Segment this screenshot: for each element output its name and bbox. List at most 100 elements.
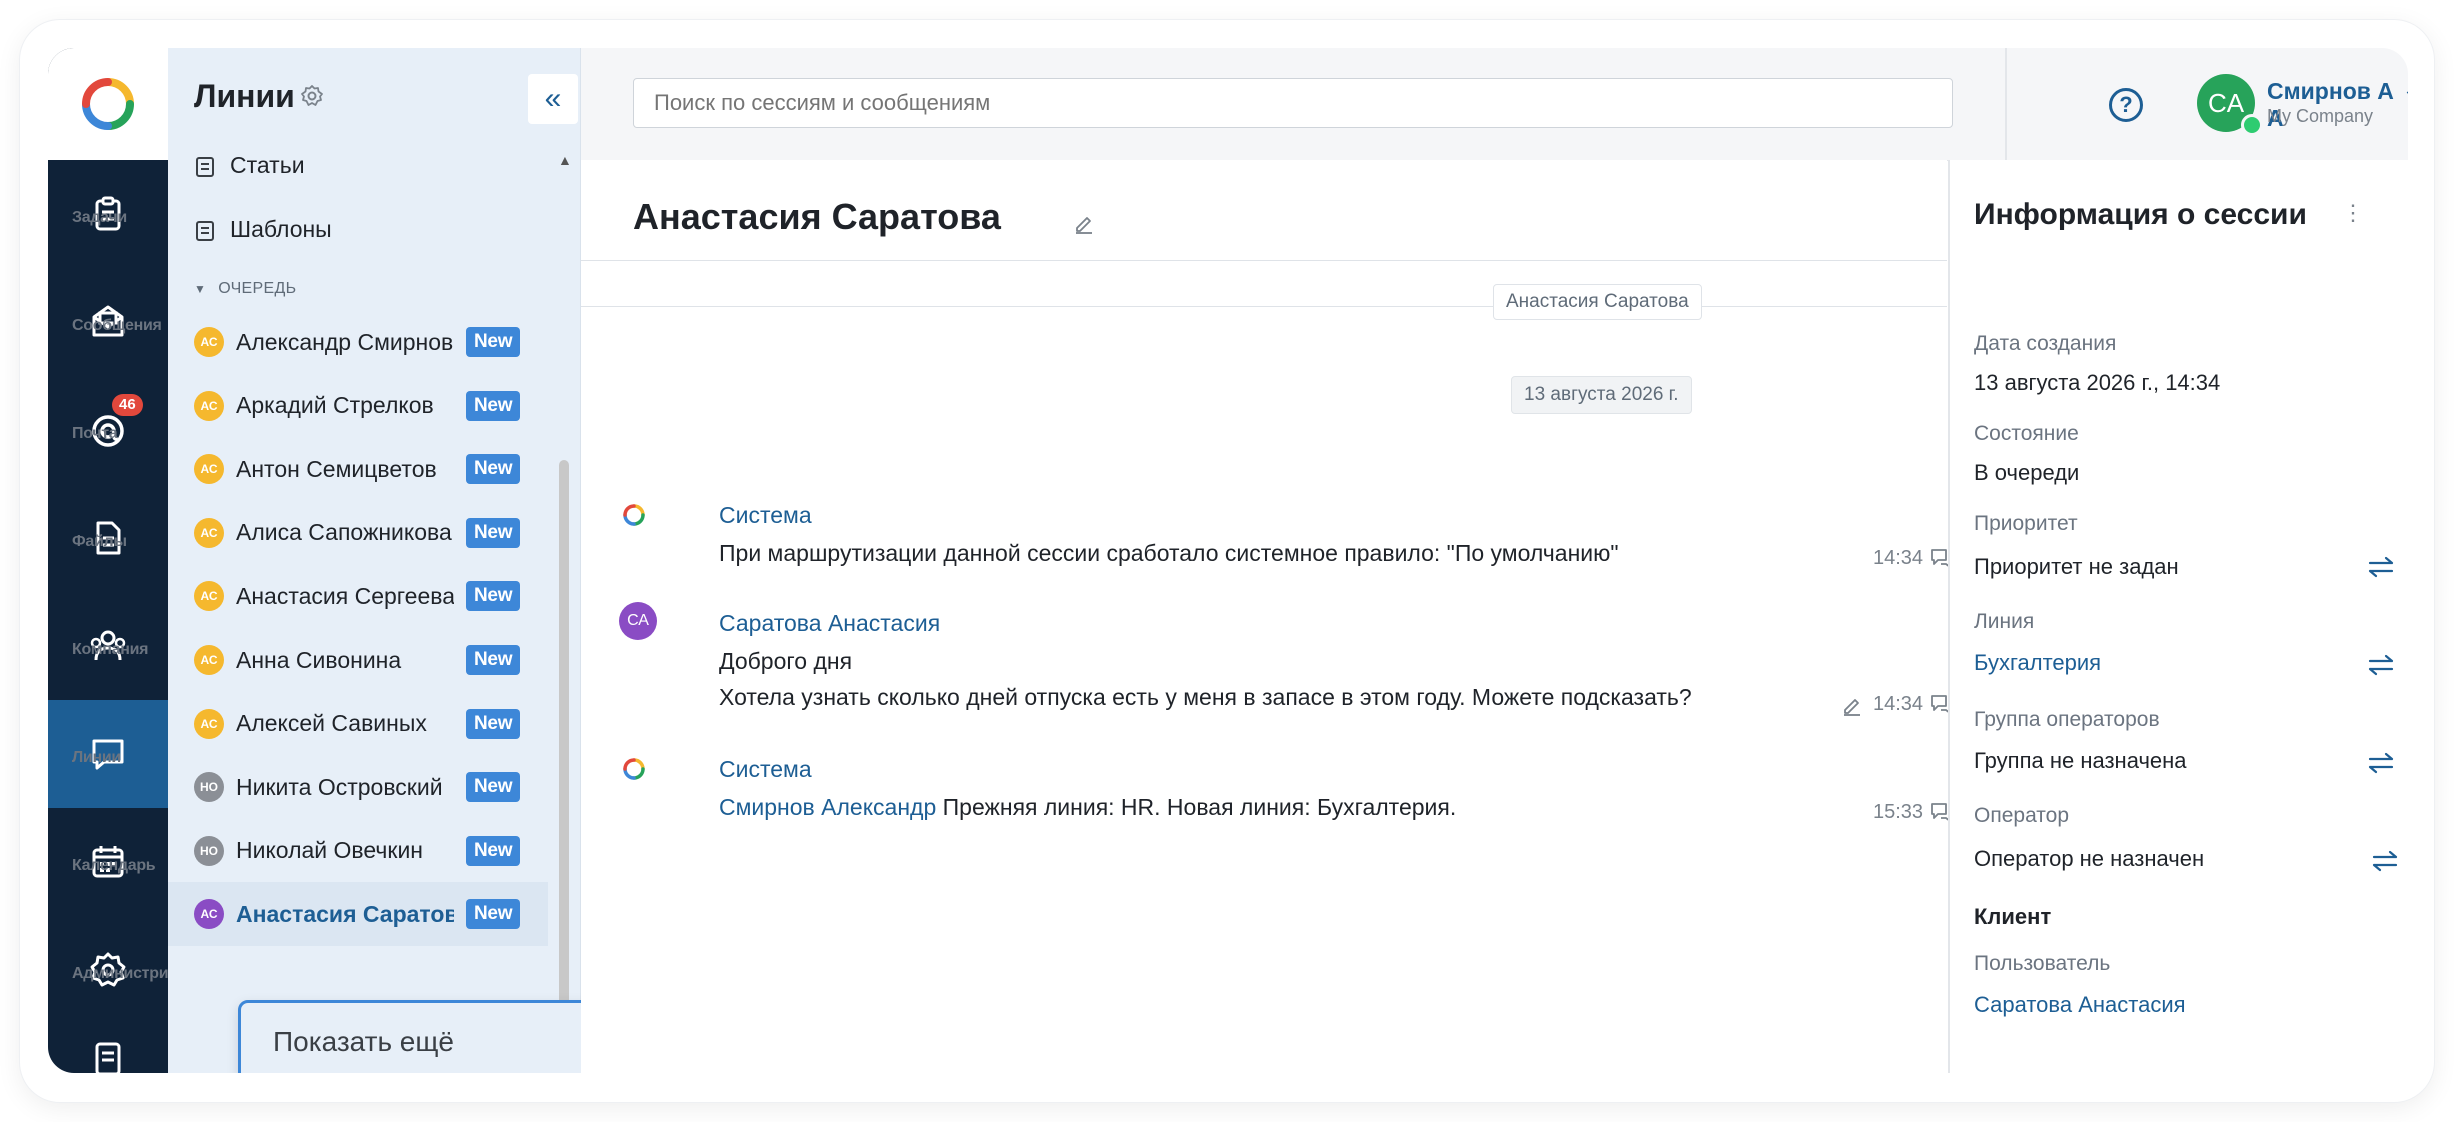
more-vertical-icon[interactable]: ⋮: [2342, 200, 2364, 226]
double-chevron-left-icon: «: [544, 82, 562, 115]
avatar[interactable]: СА: [619, 602, 657, 640]
queue-item[interactable]: АС Анастасия Сергеева New: [168, 564, 548, 628]
rail-label: Файлы: [72, 533, 127, 550]
queue-item-name: Никита Островский: [236, 773, 443, 800]
edit-pencil-icon[interactable]: [1073, 212, 1095, 234]
lines-title: Линии: [194, 78, 295, 114]
queue-item[interactable]: АС Александр Смирнов New: [168, 310, 548, 374]
queue-item[interactable]: НО Никита Островский New: [168, 755, 548, 819]
queue-item-name: Алексей Савиных: [236, 710, 427, 737]
date-separator: 13 августа 2026 г.: [1511, 376, 1692, 414]
operator-value: Оператор не назначен: [1974, 846, 2205, 871]
operator-link[interactable]: Смирнов Александр: [719, 794, 936, 820]
rail-label: Администри...: [72, 965, 181, 982]
new-badge: New: [466, 772, 521, 803]
document-icon: [95, 1042, 121, 1073]
app: Задачи Сообщения 46 Почта Файлы Компания…: [48, 48, 2408, 1073]
new-badge: New: [466, 581, 521, 612]
queue-item[interactable]: АС Алексей Савиных New: [168, 692, 548, 756]
time-label: 14:34: [1873, 692, 1924, 715]
avatar: АС: [194, 899, 224, 930]
online-status-dot: [2241, 114, 2263, 136]
queue-item-name: Анастасия Саратова: [236, 900, 454, 927]
rail-item-mail[interactable]: 46 Почта: [48, 376, 168, 484]
divider: [581, 306, 1947, 307]
queue-item-name: Аркадий Стрелков: [236, 392, 434, 419]
message-time: 14:34: [1873, 692, 1955, 716]
state-label: Состояние: [1974, 422, 2079, 445]
queue-item-name: Анна Сивонина: [236, 646, 402, 673]
collapse-panel-button[interactable]: «: [528, 74, 578, 124]
scrollbar[interactable]: ▲: [556, 148, 572, 1073]
queue-item[interactable]: АС Алиса Сапожникова New: [168, 501, 548, 565]
queue-item[interactable]: АС Анна Сивонина New: [168, 628, 548, 692]
rail-item-document[interactable]: [48, 1024, 168, 1073]
avatar: АС: [194, 327, 224, 357]
user-value[interactable]: Саратова Анастасия: [1974, 992, 2186, 1018]
line-label: Линия: [1974, 610, 2035, 633]
scroll-thumb[interactable]: [559, 460, 569, 1073]
queue-item[interactable]: АС Анастасия Саратова New: [168, 882, 548, 947]
priority-label: Приоритет: [1974, 512, 2078, 535]
swap-arrows-icon[interactable]: [2370, 850, 2400, 872]
message-time: 15:33: [1873, 800, 1955, 824]
rail-item-messages[interactable]: Сообщения: [48, 268, 168, 376]
new-badge: New: [466, 390, 521, 421]
search-input[interactable]: [633, 78, 1953, 128]
rail-label: Почта: [72, 425, 118, 442]
link-templates[interactable]: Шаблоны: [194, 216, 332, 243]
logo-icon: [82, 78, 134, 130]
avatar: АС: [194, 645, 224, 675]
help-icon[interactable]: ?: [2109, 88, 2143, 122]
avatar: НО: [194, 835, 224, 866]
avatar: АС: [194, 390, 224, 421]
rail-item-company[interactable]: Компания: [48, 592, 168, 700]
queue-section-toggle[interactable]: ▼ ОЧЕРЕДЬ: [194, 280, 296, 298]
message-author[interactable]: Саратова Анастасия: [719, 610, 940, 637]
scroll-up-arrow-icon[interactable]: ▲: [558, 152, 572, 168]
avatar: АС: [194, 708, 224, 739]
rail-item-lines[interactable]: Линии: [48, 700, 168, 808]
user-company: My Company: [2267, 106, 2374, 126]
line-value[interactable]: Бухгалтерия: [1974, 650, 2101, 676]
link-articles[interactable]: Статьи: [194, 152, 305, 179]
swap-arrows-icon[interactable]: [2366, 556, 2396, 578]
system-logo-icon: [623, 758, 645, 780]
chat-title: Анастасия Саратова: [633, 196, 1001, 237]
link-label: Шаблоны: [230, 216, 332, 242]
app-logo[interactable]: [48, 48, 168, 160]
swap-arrows-icon[interactable]: [2366, 654, 2396, 676]
queue-item[interactable]: НО Николай Овечкин New: [168, 819, 548, 883]
divider: [2005, 48, 2007, 160]
message-text: Хотела узнать сколько дней отпуска есть …: [719, 684, 1692, 710]
queue-item-name: Александр Смирнов: [236, 328, 454, 355]
new-badge: New: [466, 454, 521, 485]
message-time: 14:34: [1873, 546, 1955, 570]
chevron-down-icon[interactable]: ⌄: [2403, 80, 2408, 101]
rail-item-admin[interactable]: Администри...: [48, 916, 181, 1024]
rail-label: Задачи: [72, 209, 127, 226]
queue-item-name: Антон Семицветов: [236, 455, 437, 482]
new-badge: New: [466, 899, 521, 930]
queue-item-name: Анастасия Сергеева: [236, 582, 454, 609]
link-label: Статьи: [230, 152, 305, 178]
message-text: Смирнов Александр Прежняя линия: HR. Нов…: [719, 794, 1456, 821]
message-author[interactable]: Система: [719, 756, 812, 783]
rail-item-files[interactable]: Файлы: [48, 484, 168, 592]
created-label: Дата создания: [1974, 332, 2117, 355]
new-badge: New: [466, 327, 521, 357]
queue-item-name: Алиса Сапожникова: [236, 519, 452, 546]
rail-item-tasks[interactable]: Задачи: [48, 160, 168, 268]
rail-item-calendar[interactable]: Календарь: [48, 808, 168, 916]
settings-gear-icon[interactable]: [300, 84, 324, 108]
top-bar: ? CA Смирнов А А ⌄ My Company: [581, 48, 2408, 161]
queue-item[interactable]: АС Аркадий Стрелков New: [168, 374, 548, 438]
rail-label: Сообщения: [72, 317, 162, 334]
lines-panel: Линии « Статьи Шаблоны ▼ ОЧЕРЕДЬ АС Алекс…: [168, 48, 582, 1073]
message-author[interactable]: Система: [719, 502, 812, 529]
message-body: Прежняя линия: HR. Новая линия: Бухгалте…: [936, 794, 1457, 820]
swap-arrows-icon[interactable]: [2366, 752, 2396, 774]
queue-item[interactable]: АС Антон Семицветов New: [168, 437, 548, 501]
avatar: АС: [194, 517, 224, 548]
avatar: НО: [194, 772, 224, 803]
